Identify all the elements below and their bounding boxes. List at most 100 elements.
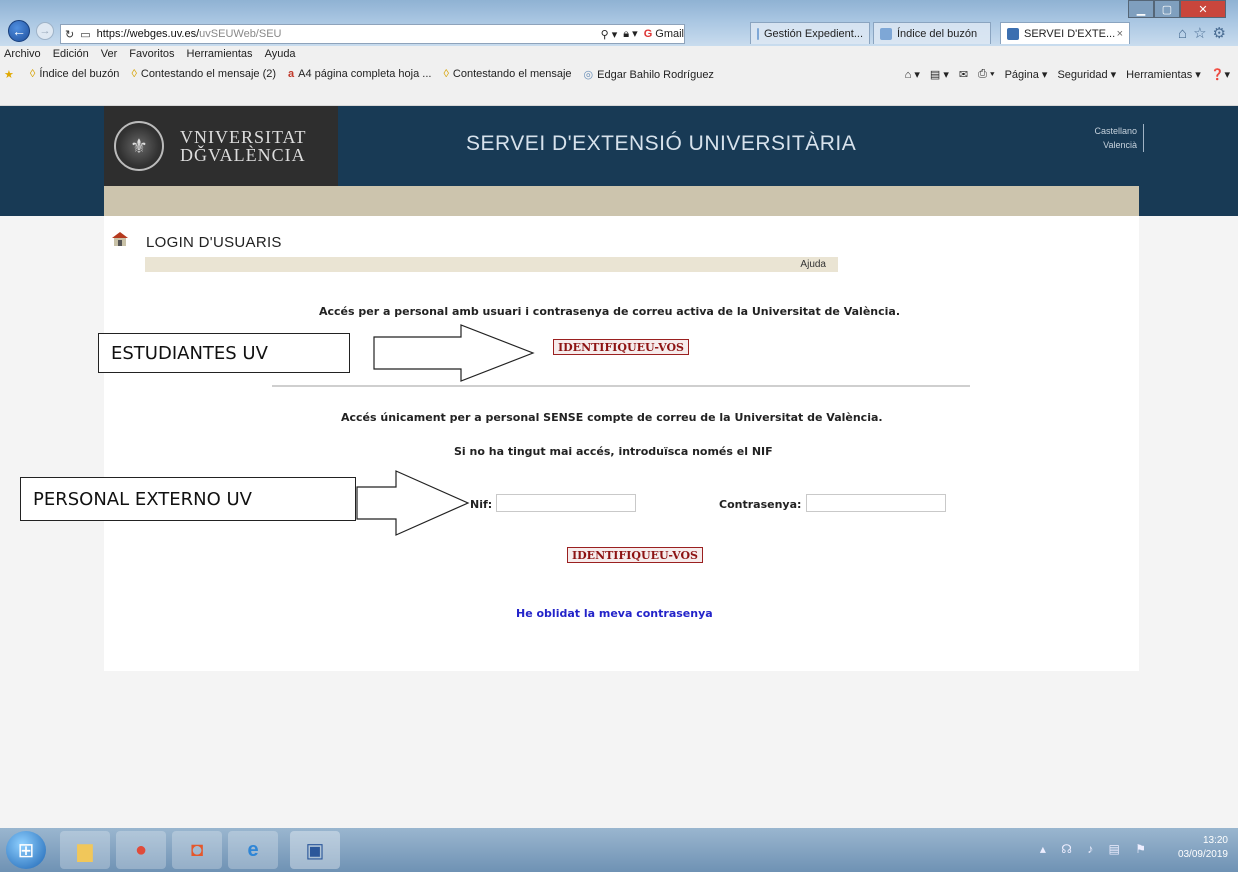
menu-favoritos[interactable]: Favoritos: [129, 48, 174, 60]
language-switcher: Castellano Valencià: [1094, 124, 1144, 152]
tab-label: Índice del buzón: [897, 27, 978, 40]
cmd-feeds-icon[interactable]: ▤ ▾: [930, 68, 949, 81]
internet-explorer-icon: e: [247, 838, 259, 861]
url-path: uvSEUWeb/SEU: [199, 28, 282, 40]
fav-indice-buzon[interactable]: ◊ Índice del buzón: [30, 68, 120, 80]
fav-label: Edgar Bahilo Rodríguez: [597, 68, 714, 81]
fav-edgar[interactable]: ◎ Edgar Bahilo Rodríguez: [583, 68, 714, 82]
callout-external-text: PERSONAL EXTERNO UV: [33, 488, 252, 510]
university-logo[interactable]: ⚜ VNIVERSITAT DǦVALÈNCIA: [104, 106, 338, 186]
folder-icon: ▆: [77, 839, 93, 862]
tab-label: SERVEI D'EXTE...: [1024, 27, 1116, 40]
favlink-icon: a: [288, 68, 295, 80]
word-icon: ▣: [305, 839, 325, 862]
lock-icon[interactable]: 🔒︎ ▾: [623, 27, 637, 41]
tab-servei[interactable]: SERVEI D'EXTE... ×: [1000, 22, 1130, 44]
external-access-text: Accés únicament per a personal SENSE com…: [341, 411, 883, 424]
browser-tool-icons: ⌂☆⚙: [1178, 24, 1232, 42]
gear-icon[interactable]: ⚙: [1213, 25, 1232, 42]
menu-edicion[interactable]: Edición: [53, 48, 89, 60]
minimize-button[interactable]: ▁: [1128, 0, 1154, 18]
fav-contestando[interactable]: ◊ Contestando el mensaje: [443, 68, 571, 80]
cmd-seguridad[interactable]: Seguridad ▾: [1057, 68, 1116, 81]
taskbar-chrome[interactable]: ●: [116, 831, 166, 869]
logo-line-1: VNIVERSITAT: [180, 127, 307, 147]
tab-close-icon[interactable]: ×: [1117, 28, 1123, 40]
identify-external-button[interactable]: IDENTIFIQUEU-VOS: [567, 547, 704, 563]
favorites-star-icon[interactable]: ★: [4, 68, 18, 81]
refresh-icon[interactable]: ↻: [65, 28, 74, 41]
start-button[interactable]: ⊞: [6, 831, 46, 869]
fav-a4[interactable]: a A4 página completa hoja ...: [288, 68, 431, 80]
system-tray-icons[interactable]: ▴ ☊ ♪ ▤ ⚑: [1040, 842, 1152, 856]
favlink-icon: ◊: [131, 68, 137, 80]
clock[interactable]: 13:20 03/09/2019: [1178, 834, 1228, 862]
cmd-print-icon[interactable]: ⎙ ▾: [978, 68, 994, 81]
content-panel: [104, 216, 1139, 671]
section-divider: [272, 385, 970, 387]
tab-indice[interactable]: Índice del buzón: [873, 22, 991, 44]
cmd-mail-icon[interactable]: ✉: [959, 68, 968, 81]
password-input[interactable]: [806, 494, 946, 512]
browser-titlebar: ← → ↻ ▭ https://webges.uv.es/uvSEUWeb/SE…: [0, 0, 1238, 46]
cmd-help-icon[interactable]: ❓▾: [1211, 68, 1230, 81]
nif-input[interactable]: [496, 494, 636, 512]
page-icon: ▭: [80, 28, 91, 41]
help-link[interactable]: Ajuda: [800, 259, 826, 270]
favlink-icon: ◊: [443, 68, 449, 80]
back-arrow-icon: ←: [12, 23, 26, 39]
tab-gestion[interactable]: Gestión Expedient...: [750, 22, 870, 44]
minimize-icon: ▁: [1136, 3, 1146, 16]
taskbar-explorer[interactable]: ▆: [60, 831, 110, 869]
home-icon[interactable]: ⌂: [1178, 25, 1193, 42]
forgot-password-link[interactable]: He oblidat la meva contrasenya: [516, 607, 713, 620]
favlink-icon: ◊: [29, 68, 36, 80]
fav-label: A4 página completa hoja ...: [298, 68, 432, 80]
lang-castellano[interactable]: Castellano: [1094, 124, 1137, 138]
cmd-home-icon[interactable]: ⌂ ▾: [905, 68, 920, 81]
arrow-icon: [356, 470, 470, 536]
taskbar-ie[interactable]: e: [228, 831, 278, 869]
page-title: LOGIN D'USUARIS: [146, 234, 282, 251]
menu-archivo[interactable]: Archivo: [4, 48, 41, 60]
staff-access-text: Accés per a personal amb usuari i contra…: [319, 305, 900, 318]
favlink-icon: ◎: [583, 69, 594, 81]
callout-external: PERSONAL EXTERNO UV: [20, 477, 356, 521]
callout-students: ESTUDIANTES UV: [98, 333, 350, 373]
search-icon[interactable]: ⚲ ▾: [601, 28, 618, 41]
menu-ver[interactable]: Ver: [101, 48, 118, 60]
close-icon: ✕: [1198, 3, 1208, 16]
site-title: SERVEI D'EXTENSIÓ UNIVERSITÀRIA: [466, 132, 857, 155]
cmd-herramientas[interactable]: Herramientas ▾: [1126, 68, 1201, 81]
cmd-pagina[interactable]: Página ▾: [1005, 68, 1048, 81]
first-access-note: Si no ha tingut mai accés, introduïsca n…: [454, 445, 773, 458]
url-host: https://webges.uv.es/: [96, 28, 200, 40]
back-button[interactable]: ←: [8, 20, 30, 42]
logo-line-2: DǦVALÈNCIA: [180, 145, 306, 165]
lang-valencia[interactable]: Valencià: [1094, 138, 1137, 152]
taskbar-word[interactable]: ▣: [290, 831, 340, 869]
help-bar: Ajuda: [145, 257, 838, 272]
forward-button[interactable]: →: [36, 22, 54, 40]
fav-label: Índice del buzón: [39, 68, 120, 80]
identify-staff-button[interactable]: IDENTIFIQUEU-VOS: [553, 339, 690, 355]
address-bar[interactable]: ↻ ▭ https://webges.uv.es/uvSEUWeb/SEU ⚲ …: [60, 24, 685, 44]
forward-arrow-icon: →: [39, 25, 51, 37]
taskbar-office[interactable]: ◘: [172, 831, 222, 869]
search-tab-label[interactable]: Gmail: [655, 28, 684, 40]
tab-label: Gestión Expedient...: [763, 27, 863, 40]
callout-students-text: ESTUDIANTES UV: [111, 342, 268, 364]
logo-text: VNIVERSITAT DǦVALÈNCIA: [180, 128, 307, 164]
clock-time: 13:20: [1202, 835, 1228, 846]
tab-favicon-icon: [880, 27, 892, 40]
home-icon: [112, 232, 128, 246]
menu-ayuda[interactable]: Ayuda: [265, 48, 296, 60]
star-icon[interactable]: ☆: [1193, 25, 1212, 42]
fav-label: Contestando el mensaje: [452, 68, 572, 80]
maximize-button[interactable]: ▢: [1154, 0, 1180, 18]
close-window-button[interactable]: ✕: [1180, 0, 1226, 18]
fav-contestando-2[interactable]: ◊ Contestando el mensaje (2): [131, 68, 276, 80]
taskbar: ⊞ ▆ ● ◘ e ▣ ▴ ☊ ♪ ▤ ⚑ 13:20 03/09/2019: [0, 828, 1238, 872]
menu-herramientas[interactable]: Herramientas: [187, 48, 253, 60]
arrow-icon: [373, 324, 535, 382]
